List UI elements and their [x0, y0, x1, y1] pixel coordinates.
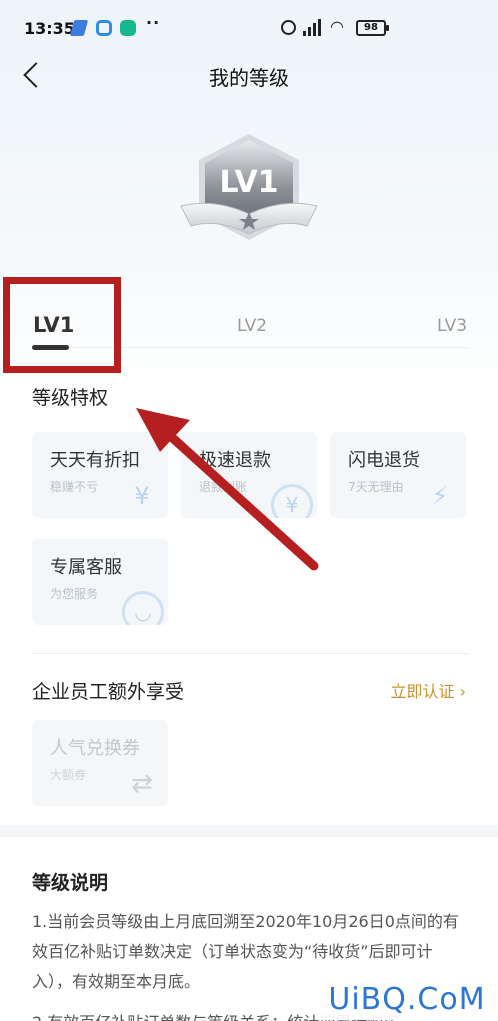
card-subtitle: 大额券	[50, 768, 87, 782]
card-subtitle: 为您服务	[50, 587, 99, 601]
enterprise-card-coupon[interactable]: 人气兑换券 大额券 ⇄	[32, 720, 168, 806]
card-title: 极速退款	[199, 450, 271, 471]
app-icon-blue	[69, 20, 89, 36]
alarm-icon	[281, 20, 296, 35]
exchange-icon: ⇄	[131, 769, 153, 799]
section-gap	[0, 825, 498, 837]
headset-icon: ◡	[116, 581, 168, 625]
card-title: 天天有折扣	[50, 450, 140, 471]
app-icon-outline	[96, 20, 112, 36]
privilege-card-return[interactable]: 闪电退货 7天无理由 ⚡	[330, 432, 466, 518]
privileges-title: 等级特权	[32, 387, 109, 409]
more-notifications-icon: ··	[146, 13, 161, 32]
card-title: 人气兑换券	[50, 738, 140, 759]
enterprise-title: 企业员工额外享受	[32, 681, 185, 703]
badge-shield-icon: LV1	[180, 134, 318, 240]
highlight-box	[3, 277, 121, 373]
app-icon-green	[120, 20, 136, 36]
watermark-text: UiBQ.CoM	[316, 980, 498, 1020]
privilege-card-refund[interactable]: 极速退款 退款到账 ¥	[181, 432, 317, 518]
status-bar: 13:35 ·· ◠ 98	[0, 0, 498, 60]
card-title: 闪电退货	[348, 450, 420, 471]
card-title: 专属客服	[50, 557, 122, 578]
section-divider	[32, 653, 468, 654]
tab-lv3[interactable]: LV3	[437, 316, 467, 336]
battery-icon: 98	[356, 20, 389, 36]
signal-icon	[303, 18, 323, 36]
badge-level-text: LV1	[219, 165, 278, 200]
card-subtitle: 7天无理由	[348, 480, 404, 494]
explanation-title: 等级说明	[32, 872, 109, 894]
page-title: 我的等级	[209, 66, 289, 90]
tab-lv2[interactable]: LV2	[237, 316, 267, 336]
wifi-icon: ◠	[330, 17, 344, 36]
card-subtitle: 稳赚不亏	[50, 480, 99, 494]
status-time: 13:35	[24, 19, 75, 38]
verify-now-link[interactable]: 立即认证 ›	[391, 678, 467, 702]
yen-icon: ¥	[134, 482, 150, 510]
privilege-card-discount[interactable]: 天天有折扣 稳赚不亏 ¥	[32, 432, 168, 518]
privilege-card-service[interactable]: 专属客服 为您服务 ◡	[32, 539, 168, 625]
yen-coin-icon: ¥	[265, 474, 317, 518]
lightning-icon: ⚡	[431, 482, 449, 510]
card-subtitle: 退款到账	[199, 480, 248, 494]
level-badge: LV1	[175, 130, 323, 252]
